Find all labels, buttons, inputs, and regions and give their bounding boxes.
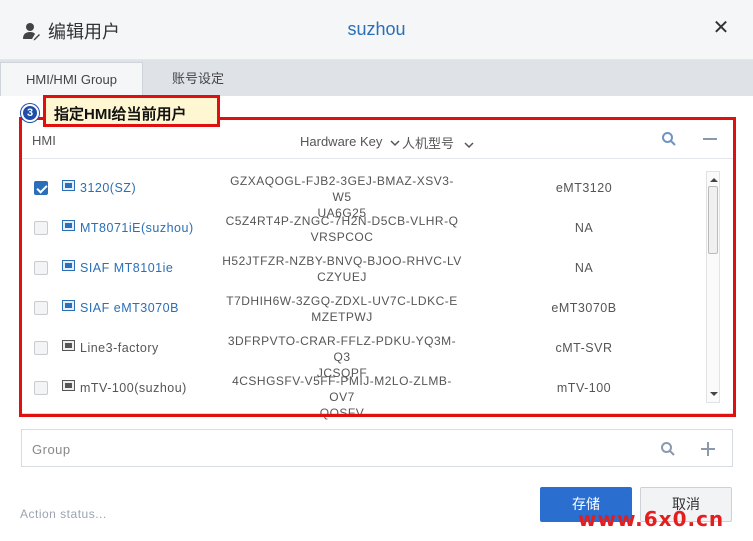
hmi-row: SIAF eMT3070B T7DHIH6W-3ZGQ-ZDXL-UV7C-LD… [22, 289, 712, 329]
tab-account-settings[interactable]: 账号设定 [158, 62, 238, 96]
hmi-checkbox[interactable] [34, 381, 48, 395]
hardware-key: T7DHIH6W-3ZGQ-ZDXL-UV7C-LDKC-E MZETPWJ [222, 293, 462, 325]
search-icon[interactable] [660, 441, 676, 457]
hardware-key-line: C5Z4RT4P-ZNGC-7H2N-D5CB-VLHR-Q [225, 214, 459, 228]
hmi-row: 3120(SZ) GZXAQOGL-FJB2-3GEJ-BMAZ-XSV3-W5… [22, 169, 712, 220]
chevron-down-icon [390, 140, 400, 146]
hmi-model: eMT3070B [551, 301, 617, 315]
dialog-title-bar: 编辑用户 suzhou ✕ [0, 0, 753, 60]
plus-icon[interactable] [700, 441, 716, 457]
hmi-name[interactable]: Line3-factory [80, 341, 159, 355]
hmi-name[interactable]: mTV-100(suzhou) [80, 381, 187, 395]
hardware-key-line: GZXAQOGL-FJB2-3GEJ-BMAZ-XSV3-W5 [230, 174, 454, 204]
hmi-row: SIAF MT8101ie H52JTFZR-NZBY-BNVQ-BJOO-RH… [22, 249, 712, 289]
scrollbar-thumb[interactable] [708, 186, 718, 254]
scroll-down-arrow-icon[interactable] [710, 392, 718, 396]
tab-hmi-group[interactable]: HMI/HMI Group [0, 62, 143, 96]
tab-bar: HMI/HMI Group 账号设定 [0, 60, 753, 96]
chevron-down-icon [464, 142, 474, 148]
hmi-row: MT8071iE(suzhou) C5Z4RT4P-ZNGC-7H2N-D5CB… [22, 209, 712, 249]
hmi-online-icon [62, 220, 75, 231]
hmi-online-icon [62, 180, 75, 191]
hmi-panel-label: HMI [32, 133, 56, 148]
hmi-checkbox[interactable] [34, 181, 48, 195]
hmi-checkbox[interactable] [34, 221, 48, 235]
hmi-name[interactable]: MT8071iE(suzhou) [80, 221, 194, 235]
hmi-model: cMT-SVR [555, 341, 613, 355]
group-panel: Group [21, 429, 733, 467]
close-icon[interactable]: ✕ [711, 18, 731, 38]
hardware-key-line: T7DHIH6W-3ZGQ-ZDXL-UV7C-LDKC-E [226, 294, 458, 308]
hmi-name[interactable]: SIAF MT8101ie [80, 261, 173, 275]
hmi-offline-icon [62, 380, 75, 391]
model-column-header[interactable]: 人机型号 [402, 133, 474, 152]
hardware-key-label: Hardware Key [300, 134, 383, 149]
watermark: www.6x0.cn [578, 507, 725, 531]
hmi-row: Line3-factory 3DFRPVTO-CRAR-FFLZ-PDKU-YQ… [22, 329, 712, 380]
callout-box: 指定HMI给当前用户 [43, 95, 220, 127]
hmi-name[interactable]: 3120(SZ) [80, 181, 136, 195]
hardware-key-line: MZETPWJ [311, 310, 373, 324]
hardware-key: H52JTFZR-NZBY-BNVQ-BJOO-RHVC-LV CZYUEJ [222, 253, 462, 285]
hmi-name[interactable]: SIAF eMT3070B [80, 301, 179, 315]
hmi-panel: HMI Hardware Key 人机型号 3120(SZ) GZXAQOGL-… [21, 118, 734, 420]
group-panel-label: Group [32, 442, 71, 457]
hmi-online-icon [62, 260, 75, 271]
hardware-key-line: 4CSHGSFV-V5FF-PMIJ-M2LO-ZLMB-OV7 [232, 374, 452, 404]
hardware-key: 4CSHGSFV-V5FF-PMIJ-M2LO-ZLMB-OV7 QOSFV [222, 373, 462, 421]
hardware-key-line: QOSFV [319, 406, 365, 420]
hmi-online-icon [62, 300, 75, 311]
hardware-key-line: VRSPCOC [310, 230, 374, 244]
hmi-offline-icon [62, 340, 75, 351]
hmi-checkbox[interactable] [34, 301, 48, 315]
user-name-title: suzhou [347, 19, 406, 39]
hmi-model: NA [574, 221, 594, 235]
search-icon[interactable] [661, 131, 677, 147]
collapse-icon[interactable] [703, 138, 717, 140]
hardware-key-column-header[interactable]: Hardware Key [300, 134, 400, 149]
hmi-model: NA [574, 261, 594, 275]
hardware-key: C5Z4RT4P-ZNGC-7H2N-D5CB-VLHR-Q VRSPCOC [222, 213, 462, 245]
hmi-checkbox[interactable] [34, 341, 48, 355]
callout-text: 指定HMI给当前用户 [54, 106, 187, 123]
scroll-up-arrow-icon[interactable] [710, 178, 718, 182]
hmi-checkbox[interactable] [34, 261, 48, 275]
action-status: Action status... [20, 507, 107, 521]
hmi-list-scrollbar[interactable] [706, 171, 720, 403]
step-number-badge: 3 [21, 104, 39, 122]
hardware-key-line: CZYUEJ [317, 270, 367, 284]
model-column-label: 人机型号 [402, 136, 455, 151]
hardware-key-line: H52JTFZR-NZBY-BNVQ-BJOO-RHVC-LV [222, 254, 462, 268]
hmi-model: mTV-100 [556, 381, 612, 395]
hmi-model: eMT3120 [555, 181, 613, 195]
hardware-key-line: 3DFRPVTO-CRAR-FFLZ-PDKU-YQ3M-Q3 [227, 334, 457, 364]
hmi-row: mTV-100(suzhou) 4CSHGSFV-V5FF-PMIJ-M2LO-… [22, 369, 712, 420]
